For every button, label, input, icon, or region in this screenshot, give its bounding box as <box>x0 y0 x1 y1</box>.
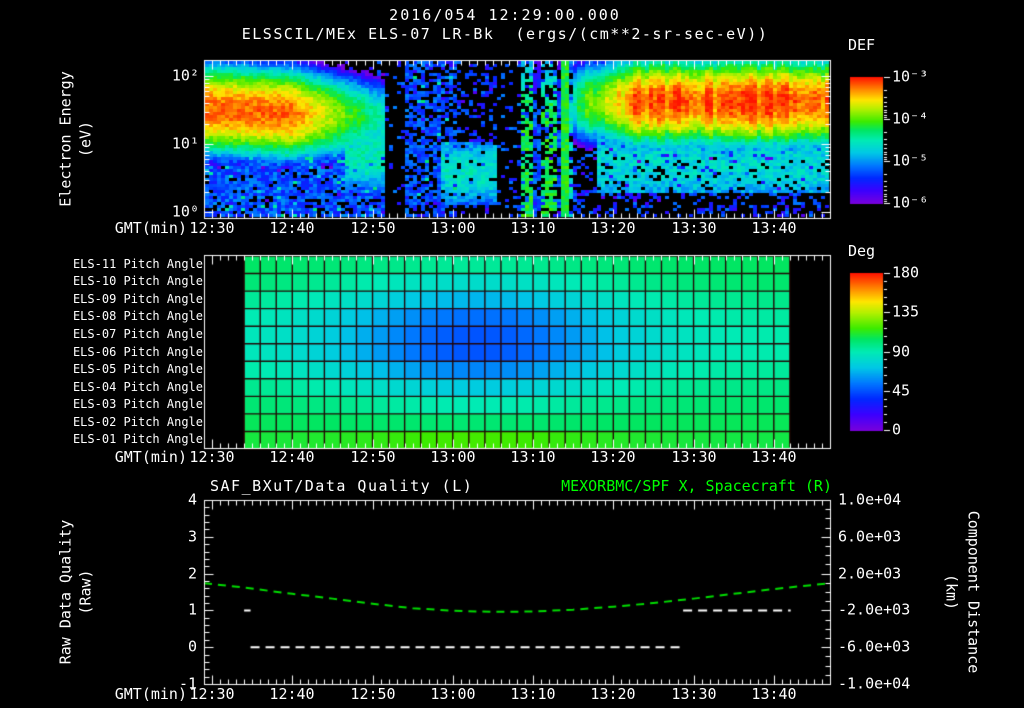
distance-tick-label: 2.0e+03 <box>838 564 902 583</box>
raw-units-label: (Raw) <box>76 569 95 615</box>
raw-data-quality-axis-label: Raw Data Quality <box>56 519 75 665</box>
distance-tick-label: 1.0e+04 <box>838 490 902 509</box>
bottom-title-left: SAF_BXuT/Data Quality (L) <box>210 477 474 495</box>
pitch-angle-row-label: ELS-01 Pitch Angle <box>72 432 203 446</box>
def-colorbar-title: DEF <box>848 36 876 54</box>
time-tick-label-middle: 12:30 <box>189 448 235 466</box>
quality-tick-label: 0 <box>187 637 197 656</box>
distance-tick-label: -1.0e+04 <box>838 674 911 693</box>
pitch-angle-row-label: ELS-08 Pitch Angle <box>72 309 203 323</box>
def-tick-label: 10⁻³ <box>892 67 929 86</box>
time-tick-label-top: 13:30 <box>671 219 717 237</box>
time-tick-label-top: 12:40 <box>269 219 315 237</box>
pitch-angle-row-label: ELS-10 Pitch Angle <box>72 274 203 288</box>
quality-tick-label: 4 <box>187 490 197 509</box>
time-tick-label-middle: 12:50 <box>350 448 396 466</box>
time-tick-label-middle: 13:30 <box>671 448 717 466</box>
time-tick-label-bottom: 12:50 <box>350 685 396 703</box>
time-tick-label-middle: 12:40 <box>269 448 315 466</box>
energy-tick-label: 10¹ <box>171 134 199 153</box>
distance-tick-label: -2.0e+03 <box>838 600 911 619</box>
plot-page: 2016/054 12:29:00.000 ELSSCIL/MEx ELS-07… <box>0 0 1024 708</box>
quality-tick-label: 2 <box>187 564 197 583</box>
deg-tick-label: 90 <box>892 342 911 361</box>
gmt-label-middle: GMT(min) <box>114 448 187 466</box>
quality-tick-label: -1 <box>178 674 197 693</box>
deg-colorbar-title: Deg <box>848 242 876 260</box>
pitch-angle-row-label: ELS-11 Pitch Angle <box>72 257 203 271</box>
time-tick-label-bottom: 13:00 <box>430 685 476 703</box>
gmt-label-top: GMT(min) <box>114 219 187 237</box>
time-tick-label-bottom: 13:20 <box>590 685 636 703</box>
time-tick-label-middle: 13:00 <box>430 448 476 466</box>
deg-tick-label: 0 <box>892 420 902 439</box>
distance-tick-label: -6.0e+03 <box>838 637 911 656</box>
pitch-angle-row-label: ELS-04 Pitch Angle <box>72 380 203 394</box>
def-tick-label: 10⁻⁶ <box>892 193 929 212</box>
km-units-label: (km) <box>942 573 961 611</box>
def-tick-label: 10⁻⁴ <box>892 109 929 128</box>
time-tick-label-top: 13:00 <box>430 219 476 237</box>
plot-title-datetime: 2016/054 12:29:00.000 <box>389 6 621 24</box>
gmt-label-bottom: GMT(min) <box>114 685 187 703</box>
pitch-angle-row-label: ELS-03 Pitch Angle <box>72 397 203 411</box>
time-tick-label-middle: 13:40 <box>751 448 797 466</box>
time-tick-label-bottom: 13:10 <box>510 685 556 703</box>
time-tick-label-top: 12:30 <box>189 219 235 237</box>
ev-units-label: (eV) <box>76 120 95 158</box>
time-tick-label-top: 13:20 <box>590 219 636 237</box>
pitch-angle-row-label: ELS-02 Pitch Angle <box>72 415 203 429</box>
energy-tick-label: 10⁰ <box>171 202 199 221</box>
time-tick-label-top: 13:10 <box>510 219 556 237</box>
pitch-angle-row-label: ELS-05 Pitch Angle <box>72 362 203 376</box>
time-tick-label-bottom: 13:40 <box>751 685 797 703</box>
time-tick-label-top: 12:50 <box>350 219 396 237</box>
deg-tick-label: 180 <box>892 263 920 282</box>
electron-energy-axis-label: Electron Energy <box>56 71 75 207</box>
distance-tick-label: 6.0e+03 <box>838 527 902 546</box>
component-distance-axis-label: Component Distance <box>964 510 983 674</box>
pitch-angle-row-label: ELS-06 Pitch Angle <box>72 345 203 359</box>
pitch-angle-row-label: ELS-07 Pitch Angle <box>72 327 203 341</box>
plot-title-source: ELSSCIL/MEx ELS-07 LR-Bk (ergs/(cm**2-sr… <box>241 25 769 43</box>
time-tick-label-top: 13:40 <box>751 219 797 237</box>
time-tick-label-middle: 13:20 <box>590 448 636 466</box>
energy-tick-label: 10² <box>171 66 199 85</box>
quality-tick-label: 1 <box>187 600 197 619</box>
time-tick-label-middle: 13:10 <box>510 448 556 466</box>
bottom-title-right: MEXORBMC/SPF X, Spacecraft (R) <box>561 477 832 495</box>
deg-tick-label: 45 <box>892 381 911 400</box>
time-tick-label-bottom: 13:30 <box>671 685 717 703</box>
time-tick-label-bottom: 12:40 <box>269 685 315 703</box>
def-tick-label: 10⁻⁵ <box>892 151 929 170</box>
pitch-angle-row-label: ELS-09 Pitch Angle <box>72 292 203 306</box>
deg-tick-label: 135 <box>892 302 920 321</box>
quality-tick-label: 3 <box>187 527 197 546</box>
